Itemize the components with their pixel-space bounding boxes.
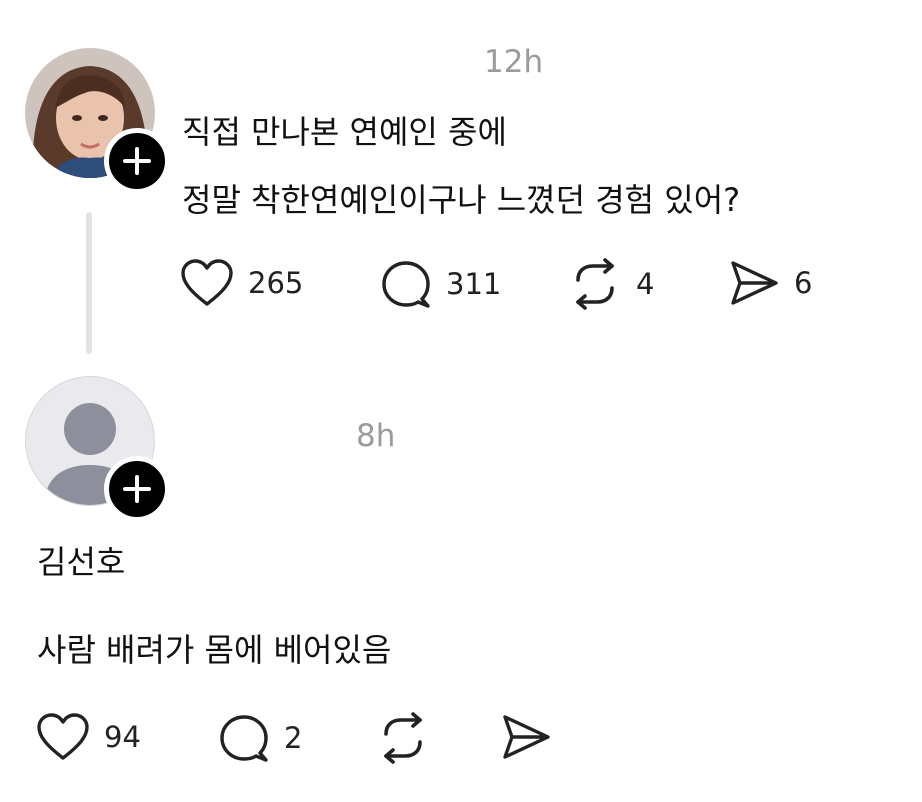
heart-icon: [181, 259, 233, 306]
repost-count: 4: [636, 267, 655, 301]
like-button[interactable]: 265: [180, 258, 303, 308]
send-icon: [731, 261, 778, 305]
thread-line: [86, 212, 92, 354]
reply-count: 2: [284, 721, 303, 755]
reply-button[interactable]: 2: [218, 712, 302, 764]
reply-count: 311: [446, 267, 502, 301]
plus-icon: [123, 475, 151, 503]
reply-time: 8h: [356, 418, 396, 454]
comment-icon: [382, 261, 430, 308]
repost-button[interactable]: [376, 712, 430, 764]
repost-icon: [384, 712, 422, 764]
follow-button[interactable]: [104, 128, 170, 194]
plus-icon: [123, 147, 151, 175]
post-text-line-1: 직접 만나본 연예인 중에: [182, 113, 507, 151]
reply-button[interactable]: 311: [380, 258, 501, 310]
repost-button[interactable]: 4: [568, 258, 654, 310]
follow-button[interactable]: [104, 456, 170, 522]
heart-icon: [37, 713, 89, 760]
post-text-line-2: 정말 착한연예인이구나 느꼈던 경험 있어?: [182, 181, 741, 219]
post-time: 12h: [484, 44, 544, 80]
reply-text: 사람 배려가 몸에 베어있음: [37, 631, 392, 669]
comment-icon: [220, 715, 268, 762]
repost-icon: [576, 258, 614, 310]
share-button[interactable]: 6: [728, 258, 812, 308]
share-button[interactable]: [500, 712, 552, 762]
send-icon: [503, 715, 550, 759]
reply-author[interactable]: 김선호: [37, 542, 125, 582]
like-count: 265: [248, 266, 304, 300]
like-button[interactable]: 94: [36, 712, 141, 762]
like-count: 94: [104, 720, 141, 754]
share-count: 6: [794, 266, 813, 300]
